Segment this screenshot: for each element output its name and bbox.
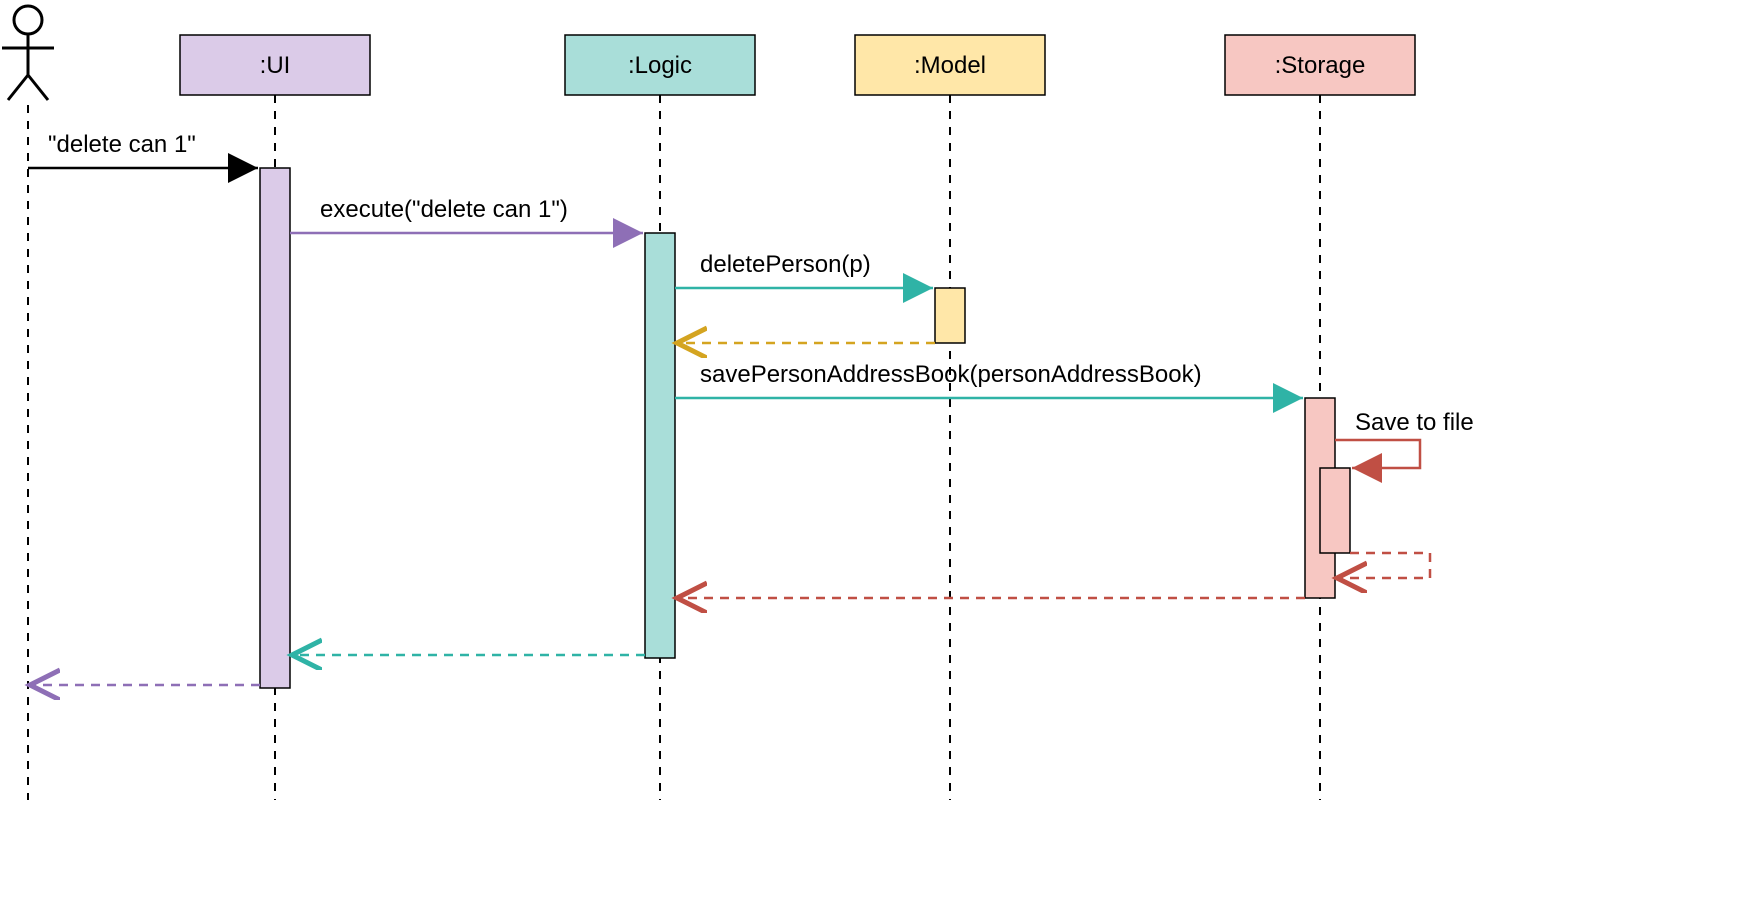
message-actor-to-ui-label: "delete can 1" <box>48 131 196 158</box>
participant-ui-label: :UI <box>260 52 291 79</box>
activation-logic <box>645 233 675 658</box>
message-logic-to-model-label: deletePerson(p) <box>700 251 871 278</box>
participant-storage-label: :Storage <box>1275 52 1366 79</box>
actor-figure <box>2 6 54 100</box>
sequence-diagram: :UI :Logic :Model :Storage "delete can 1… <box>0 0 1737 909</box>
message-storage-self <box>1335 440 1420 468</box>
activation-ui <box>260 168 290 688</box>
activation-storage-inner <box>1320 468 1350 553</box>
activation-model <box>935 288 965 343</box>
participant-model-label: :Model <box>914 52 986 79</box>
return-storage-self <box>1337 553 1430 578</box>
message-ui-to-logic-label: execute("delete can 1") <box>320 196 568 223</box>
message-storage-self-label: Save to file <box>1355 409 1474 436</box>
participant-logic-label: :Logic <box>628 52 692 79</box>
message-logic-to-storage-label: savePersonAddressBook(personAddressBook) <box>700 361 1202 388</box>
